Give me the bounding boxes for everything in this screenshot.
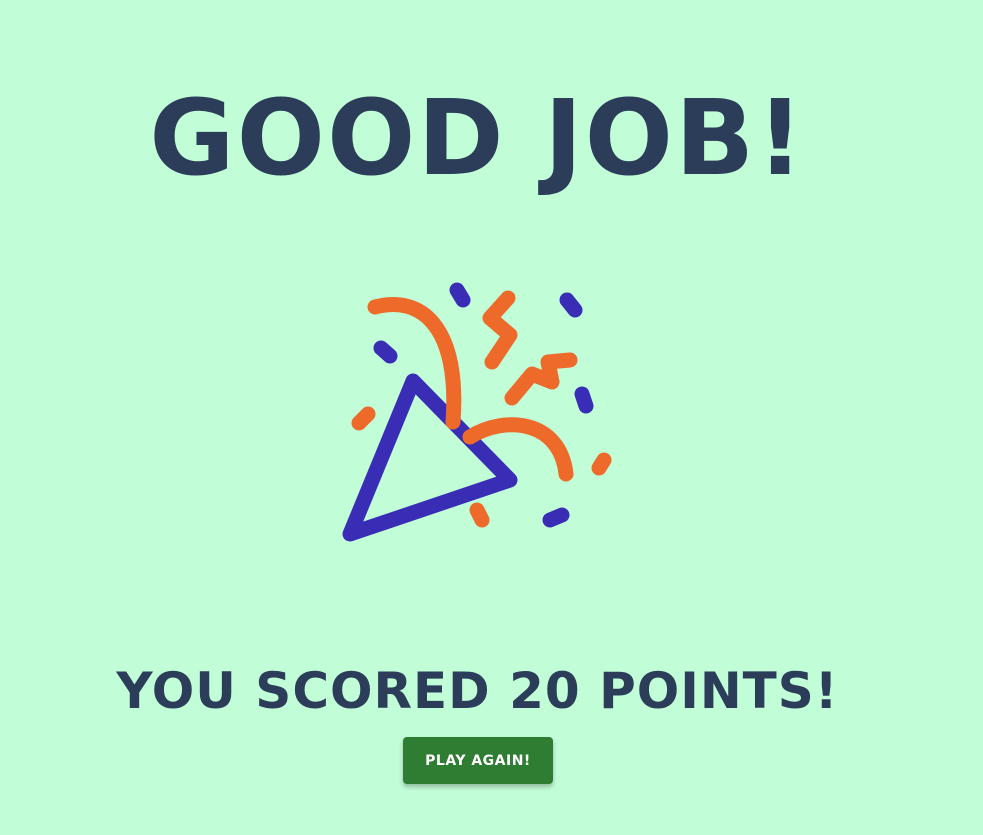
- page-title: GOOD JOB!: [149, 77, 806, 199]
- score-text: YOU SCORED 20 POINTS!: [116, 662, 839, 720]
- play-again-button[interactable]: PLAY AGAIN!: [403, 737, 553, 784]
- party-popper-icon: [330, 270, 630, 560]
